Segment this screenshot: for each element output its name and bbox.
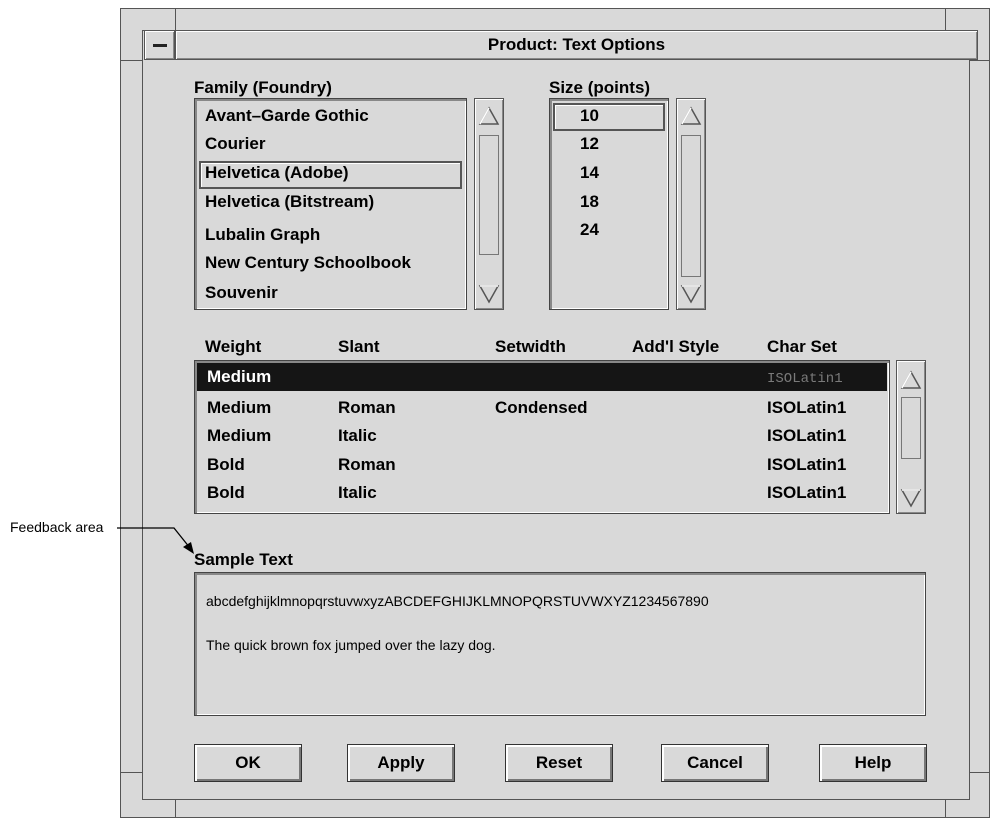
cell-char-set: ISOLatin1 — [767, 426, 847, 445]
family-item[interactable]: Avant–Garde Gothic — [205, 105, 369, 127]
cell-char-set: ISOLatin1 — [767, 455, 847, 474]
cell-weight: Medium — [207, 398, 272, 417]
size-list[interactable]: 10 12 14 18 24 — [549, 98, 669, 310]
triangle-up-icon[interactable] — [900, 369, 922, 391]
style-scrollbar[interactable] — [896, 360, 926, 514]
sample-text-area: abcdefghijklmnopqrstuvwxyzABCDEFGHIJKLMN… — [194, 572, 926, 716]
cell-slant: Italic — [338, 483, 377, 502]
style-row[interactable]: Bold Roman ISOLatin1 — [197, 451, 887, 479]
col-header-setwidth: Setwidth — [495, 337, 566, 356]
family-item-selected[interactable]: Helvetica (Adobe) — [205, 162, 349, 184]
callout-arrow-icon — [117, 527, 194, 554]
size-item[interactable]: 14 — [580, 162, 599, 184]
cell-slant: Roman — [338, 455, 396, 474]
cell-slant: Italic — [338, 426, 377, 445]
resize-corner-rb[interactable] — [970, 772, 990, 773]
style-row[interactable]: Bold Italic ISOLatin1 — [197, 479, 887, 507]
apply-button[interactable]: Apply — [347, 744, 455, 782]
resize-corner-lb[interactable] — [120, 772, 142, 773]
family-item[interactable]: Helvetica (Bitstream) — [205, 191, 374, 213]
resize-corner-tl[interactable] — [175, 8, 176, 30]
sample-sentence: The quick brown fox jumped over the lazy… — [206, 637, 496, 653]
ok-button[interactable]: OK — [194, 744, 302, 782]
size-item-selected[interactable]: 10 — [580, 105, 599, 127]
resize-corner-rt[interactable] — [970, 60, 990, 61]
cell-char-set: ISOLatin1 — [767, 398, 847, 417]
sample-text-label: Sample Text — [194, 550, 293, 569]
cell-char-set: ISOLatin1 — [767, 371, 843, 387]
col-header-addl-style: Add'l Style — [632, 337, 720, 356]
size-item[interactable]: 18 — [580, 191, 599, 213]
help-button[interactable]: Help — [819, 744, 927, 782]
cell-weight: Bold — [207, 455, 245, 474]
cell-char-set: ISOLatin1 — [767, 483, 847, 502]
col-header-weight: Weight — [205, 337, 262, 356]
family-item[interactable]: New Century Schoolbook — [205, 252, 411, 274]
sample-alphabet: abcdefghijklmnopqrstuvwxyzABCDEFGHIJKLMN… — [206, 593, 709, 609]
cell-setwidth: Condensed — [495, 398, 588, 417]
cancel-button[interactable]: Cancel — [661, 744, 769, 782]
cell-weight: Medium — [207, 367, 272, 386]
size-selection-outline — [553, 103, 665, 131]
feedback-area-callout: Feedback area — [10, 519, 104, 535]
style-scroll-trough[interactable] — [901, 397, 921, 459]
style-row[interactable]: Medium Italic ISOLatin1 — [197, 422, 887, 450]
resize-corner-tr[interactable] — [945, 8, 946, 30]
triangle-up-icon[interactable] — [478, 105, 500, 127]
resize-corner-br[interactable] — [945, 800, 946, 818]
col-header-slant: Slant — [338, 337, 380, 356]
resize-corner-bl[interactable] — [175, 800, 176, 818]
cell-weight: Medium — [207, 426, 272, 445]
triangle-down-icon[interactable] — [900, 487, 922, 509]
family-item[interactable]: Lubalin Graph — [205, 224, 320, 246]
size-item[interactable]: 12 — [580, 133, 599, 155]
cell-weight: Bold — [207, 483, 245, 502]
family-item[interactable]: Souvenir — [205, 282, 278, 304]
title-bar[interactable]: Product: Text Options — [175, 30, 978, 60]
triangle-down-icon[interactable] — [680, 283, 702, 305]
family-scrollbar[interactable] — [474, 98, 504, 310]
window-menu-button[interactable] — [144, 30, 175, 60]
cell-slant: Roman — [338, 398, 396, 417]
family-list[interactable]: Avant–Garde Gothic Courier Helvetica (Ad… — [194, 98, 467, 310]
family-scroll-trough[interactable] — [479, 135, 499, 255]
family-item[interactable]: Courier — [205, 133, 265, 155]
style-row-selected[interactable]: Medium ISOLatin1 — [197, 363, 887, 391]
col-header-char-set: Char Set — [767, 337, 837, 356]
reset-button[interactable]: Reset — [505, 744, 613, 782]
resize-corner-lt[interactable] — [120, 60, 142, 61]
family-label: Family (Foundry) — [194, 78, 332, 97]
size-item[interactable]: 24 — [580, 219, 599, 241]
triangle-up-icon[interactable] — [680, 105, 702, 127]
window-menu-icon — [153, 44, 167, 47]
size-scroll-trough[interactable] — [681, 135, 701, 277]
style-row[interactable]: Medium Roman Condensed ISOLatin1 — [197, 394, 887, 422]
size-scrollbar[interactable] — [676, 98, 706, 310]
triangle-down-icon[interactable] — [478, 283, 500, 305]
size-label: Size (points) — [549, 78, 651, 97]
window-title: Product: Text Options — [487, 35, 666, 54]
